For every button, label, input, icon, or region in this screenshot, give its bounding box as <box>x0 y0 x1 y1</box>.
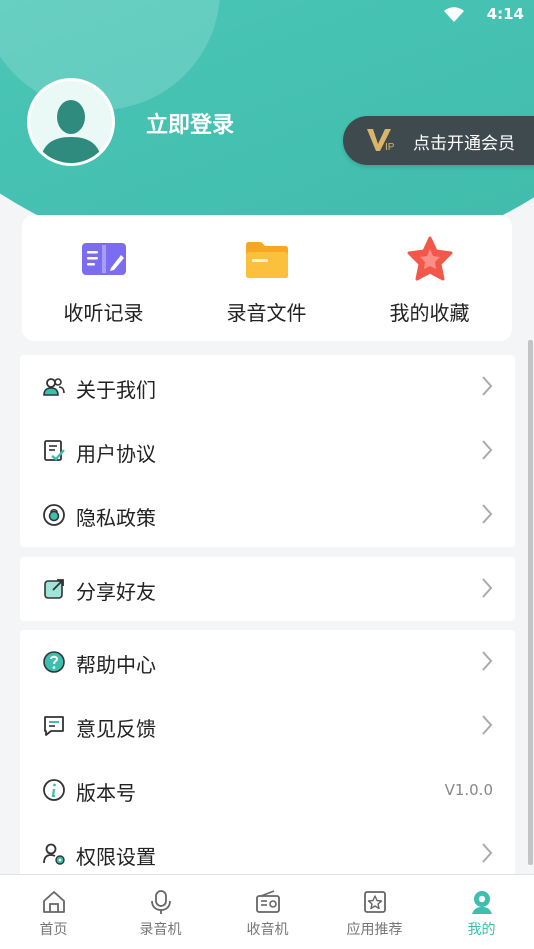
share-icon <box>44 579 64 599</box>
avatar[interactable] <box>27 78 115 166</box>
menu-item-label: 意见反馈 <box>76 717 156 741</box>
menu-item-label: 关于我们 <box>76 378 156 402</box>
chevron-right-icon <box>482 843 493 863</box>
menu-item-label: 分享好友 <box>76 580 156 604</box>
scrollbar[interactable] <box>528 340 533 865</box>
status-bar: 4:14 <box>0 0 534 30</box>
menu-item-help-center[interactable]: 帮助中心 <box>20 630 515 694</box>
vip-membership-button[interactable]: IP 点击开通会员 <box>343 116 534 165</box>
tab-app-recommend[interactable]: 应用推荐 <box>321 875 428 949</box>
wifi-icon <box>444 7 464 22</box>
info-icon <box>43 779 65 801</box>
menu-item-version: 版本号 V1.0.0 <box>20 758 515 822</box>
radio-icon <box>255 890 280 913</box>
svg-text:IP: IP <box>385 142 395 153</box>
tab-label: 应用推荐 <box>346 922 403 938</box>
menu-group-about: 关于我们 用户协议 隐私政策 <box>20 355 515 547</box>
profile-icon <box>471 891 492 914</box>
chevron-right-icon <box>482 440 493 460</box>
microphone-icon <box>150 890 171 914</box>
menu-item-label: 权限设置 <box>76 845 156 869</box>
menu-group-support: 帮助中心 意见反馈 版本号 V1.0.0 权限设置 <box>20 630 515 886</box>
home-icon <box>42 891 65 913</box>
menu-item-label: 隐私政策 <box>76 506 156 530</box>
chevron-right-icon <box>482 715 493 735</box>
vip-icon: IP <box>367 129 395 153</box>
tab-recorder[interactable]: 录音机 <box>107 875 214 949</box>
status-time: 4:14 <box>486 5 524 23</box>
vip-label: 点击开通会员 <box>413 134 515 154</box>
user-silhouette-icon <box>40 100 102 163</box>
help-icon <box>43 651 65 673</box>
quick-item-label: 收听记录 <box>63 301 144 325</box>
app-recommend-icon <box>363 891 386 913</box>
quick-item-recording-files[interactable]: 录音文件 <box>185 215 348 341</box>
tab-home[interactable]: 首页 <box>0 875 107 949</box>
tab-radio[interactable]: 收音机 <box>214 875 321 949</box>
feedback-icon <box>44 716 64 736</box>
chevron-right-icon <box>482 504 493 524</box>
menu-item-share-friends[interactable]: 分享好友 <box>20 557 515 621</box>
tab-label: 我的 <box>467 922 496 938</box>
folder-icon <box>245 242 288 278</box>
quick-item-listen-history[interactable]: 收听记录 <box>22 215 185 341</box>
quick-item-label: 录音文件 <box>226 301 307 325</box>
bottom-tab-bar: 首页 录音机 收音机 应用推荐 我的 <box>0 874 534 949</box>
chevron-right-icon <box>482 376 493 396</box>
permission-icon <box>43 843 65 865</box>
menu-item-about-us[interactable]: 关于我们 <box>20 355 515 419</box>
tab-label: 录音机 <box>139 922 182 938</box>
tab-label: 首页 <box>39 922 68 938</box>
tab-mine[interactable]: 我的 <box>428 875 534 949</box>
menu-item-label: 帮助中心 <box>76 653 156 677</box>
quick-actions-card: 收听记录 录音文件 我的收藏 <box>22 215 512 341</box>
chevron-right-icon <box>482 578 493 598</box>
star-icon <box>407 236 452 281</box>
document-check-icon <box>44 440 65 461</box>
chevron-right-icon <box>482 651 493 671</box>
menu-item-feedback[interactable]: 意见反馈 <box>20 694 515 758</box>
quick-item-label: 我的收藏 <box>389 301 470 325</box>
login-button[interactable]: 立即登录 <box>146 107 234 139</box>
menu-item-label: 用户协议 <box>76 442 156 466</box>
version-value: V1.0.0 <box>444 781 493 799</box>
book-icon <box>81 243 126 275</box>
quick-item-favorites[interactable]: 我的收藏 <box>348 215 511 341</box>
menu-group-share: 分享好友 <box>20 557 515 621</box>
tab-label: 收音机 <box>246 922 289 938</box>
menu-item-user-agreement[interactable]: 用户协议 <box>20 419 515 483</box>
menu-item-label: 版本号 <box>76 781 136 805</box>
menu-item-privacy-policy[interactable]: 隐私政策 <box>20 483 515 547</box>
users-icon <box>43 378 65 396</box>
privacy-icon <box>43 504 65 526</box>
